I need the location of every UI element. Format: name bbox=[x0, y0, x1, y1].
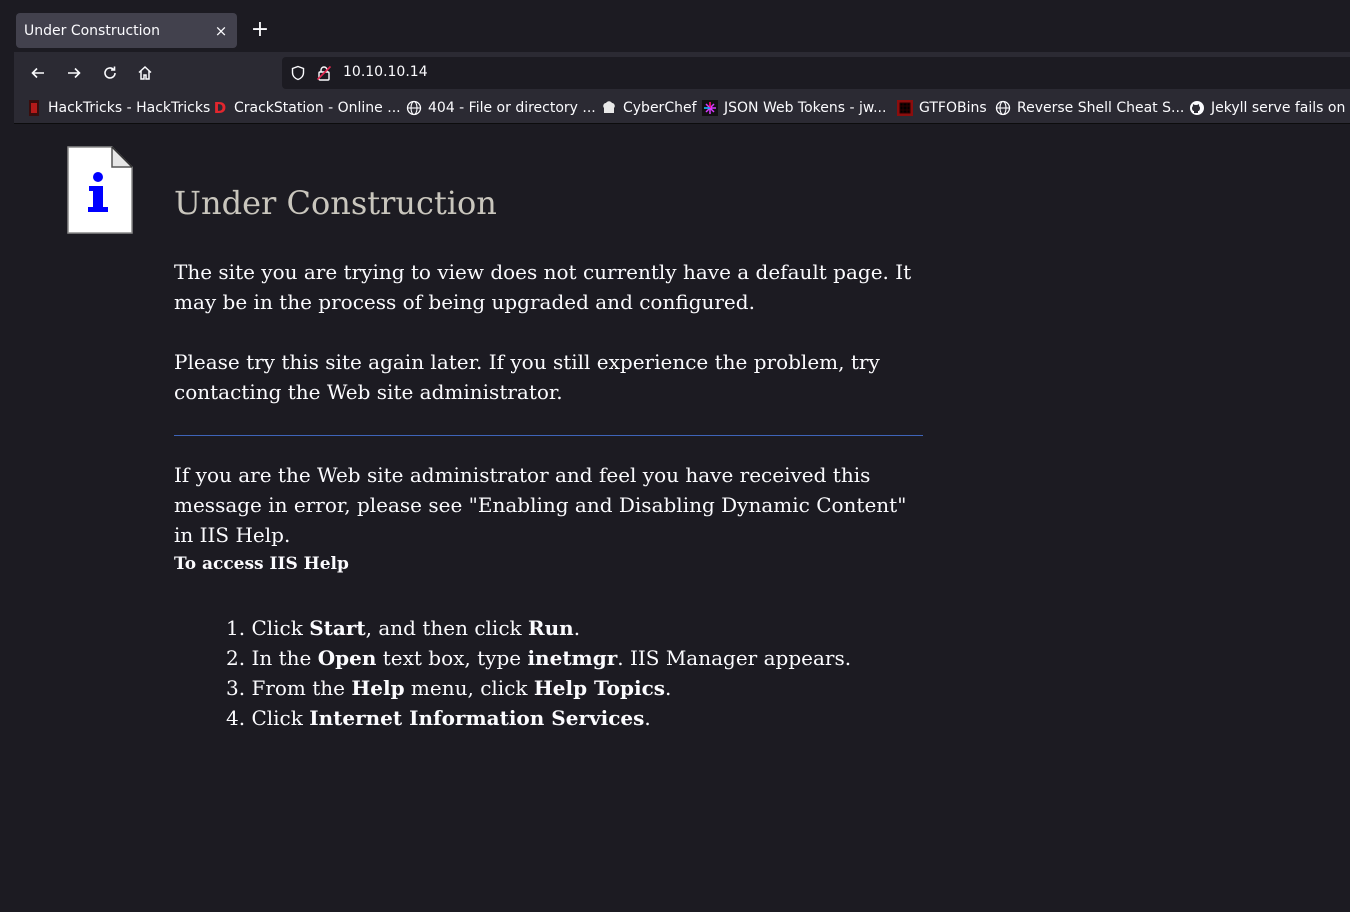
back-button[interactable] bbox=[26, 61, 50, 85]
retry-paragraph: Please try this site again later. If you… bbox=[174, 350, 880, 404]
admin-paragraph: If you are the Web site administrator an… bbox=[174, 463, 907, 547]
page-content: Under Construction The site you are tryi… bbox=[14, 124, 1350, 912]
list-item: 3. From the Help menu, click Help Topics… bbox=[226, 676, 672, 700]
home-button[interactable] bbox=[133, 61, 157, 85]
shield-icon[interactable] bbox=[290, 65, 306, 81]
reload-button[interactable] bbox=[98, 61, 122, 85]
window-edge bbox=[0, 0, 14, 912]
tab-bar: Under Construction × + bbox=[14, 0, 1350, 52]
globe-icon bbox=[995, 100, 1011, 116]
cyberchef-icon bbox=[601, 100, 617, 116]
bookmark-jwt[interactable]: JSON Web Tokens - jw... bbox=[702, 100, 886, 116]
bookmarks-bar: HackTricks - HackTricks D CrackStation -… bbox=[14, 94, 1350, 124]
home-icon bbox=[138, 65, 152, 80]
list-item: 4. Click Internet Information Services. bbox=[226, 706, 651, 730]
intro-paragraph: The site you are trying to view does not… bbox=[174, 260, 912, 314]
crackstation-icon: D bbox=[213, 99, 227, 117]
bookmark-reverse-shell[interactable]: Reverse Shell Cheat S... bbox=[995, 100, 1184, 116]
page-title: Under Construction bbox=[174, 184, 497, 222]
iis-help-steps: 1. Click Start, and then click Run. 2. I… bbox=[226, 613, 851, 733]
bookmark-jekyll[interactable]: Jekyll serve fails on Ru bbox=[1189, 100, 1350, 116]
list-item: 1. Click Start, and then click Run. bbox=[226, 616, 581, 640]
close-tab-icon[interactable]: × bbox=[213, 23, 229, 39]
iis-help-heading: To access IIS Help bbox=[174, 554, 349, 574]
forward-arrow-icon bbox=[68, 67, 81, 79]
bookmark-hacktricks[interactable]: HackTricks - HackTricks bbox=[26, 100, 210, 116]
bookmark-crackstation[interactable]: D CrackStation - Online ... bbox=[212, 99, 401, 117]
bookmark-404[interactable]: 404 - File or directory ... bbox=[406, 100, 596, 116]
back-arrow-icon bbox=[31, 67, 44, 79]
reload-icon bbox=[104, 66, 116, 79]
address-bar[interactable]: 10.10.10.14 bbox=[282, 57, 1350, 89]
horizontal-rule bbox=[174, 435, 923, 436]
new-tab-button[interactable]: + bbox=[248, 18, 272, 42]
forward-button[interactable] bbox=[62, 61, 86, 85]
insecure-lock-icon[interactable] bbox=[316, 65, 332, 81]
tab-title: Under Construction bbox=[24, 22, 160, 39]
bookmark-gtfobins[interactable]: GTFOBins bbox=[897, 100, 987, 116]
url-text[interactable]: 10.10.10.14 bbox=[343, 64, 428, 80]
tab-under-construction[interactable]: Under Construction × bbox=[16, 13, 237, 48]
navigation-bar: 10.10.10.14 bbox=[14, 52, 1350, 94]
github-icon bbox=[1189, 100, 1205, 116]
globe-icon bbox=[406, 100, 422, 116]
hacktricks-icon bbox=[26, 100, 42, 116]
jwt-icon bbox=[702, 100, 718, 116]
list-item: 2. In the Open text box, type inetmgr. I… bbox=[226, 646, 852, 670]
bookmark-cyberchef[interactable]: CyberChef bbox=[601, 100, 697, 116]
gtfobins-icon bbox=[897, 100, 913, 116]
info-document-icon bbox=[67, 146, 133, 234]
